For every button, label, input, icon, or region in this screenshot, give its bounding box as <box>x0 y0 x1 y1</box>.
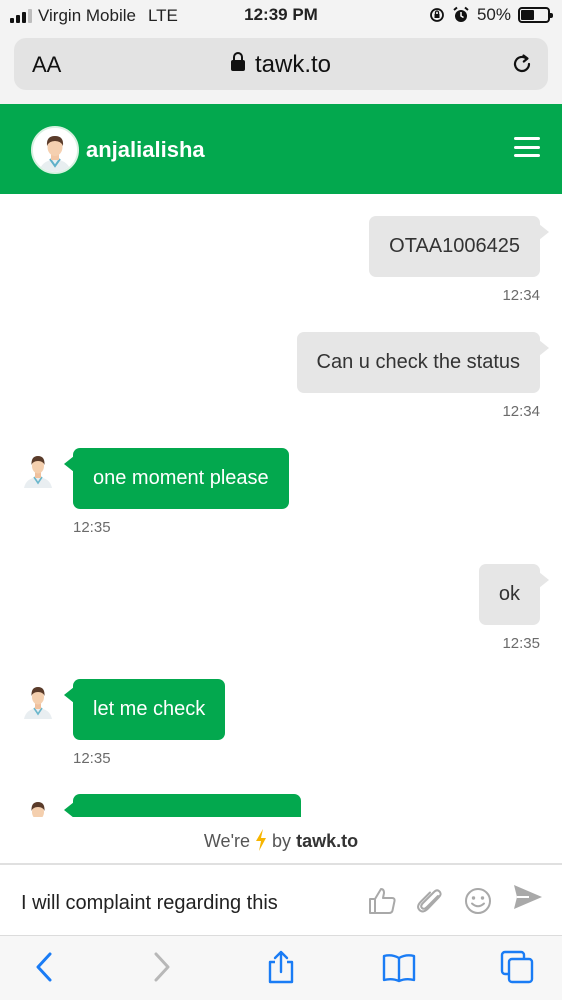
message-incoming: one moment please 12:35 <box>64 448 289 536</box>
agent-message-avatar-icon <box>24 456 52 488</box>
paperclip-icon[interactable] <box>414 885 446 917</box>
message-composer: I will complaint regarding this <box>0 863 562 935</box>
agent-avatar[interactable] <box>31 126 79 174</box>
chat-header: anjalialisha <box>0 104 562 194</box>
message-outgoing: ok 12:35 <box>478 564 550 652</box>
lock-icon <box>230 52 245 71</box>
message-incoming: let me check 12:35 <box>63 679 226 767</box>
message-outgoing: OTAA1006425 12:34 <box>369 216 549 304</box>
powered-prefix: We're <box>203 831 251 851</box>
message-time: 12:35 <box>502 635 540 652</box>
message-bubble: OTAA1006425 <box>369 216 549 277</box>
agent-message-avatar-icon <box>24 687 52 719</box>
powered-brand: tawk.to <box>296 831 359 851</box>
back-icon[interactable] <box>28 950 62 984</box>
hamburger-menu-icon[interactable] <box>514 137 540 157</box>
message-bubble: ok <box>478 564 550 625</box>
status-right: 50% <box>429 5 553 25</box>
smiley-icon[interactable] <box>462 885 494 917</box>
bookmarks-icon[interactable] <box>382 950 416 984</box>
message-time: 12:34 <box>502 287 540 304</box>
url-text: tawk.to <box>254 51 332 78</box>
browser-address-area: AA tawk.to <box>0 32 562 104</box>
share-icon[interactable] <box>264 950 298 984</box>
battery-icon <box>518 7 553 23</box>
powered-middle: by <box>272 831 292 851</box>
agent-name: anjalialisha <box>86 137 205 162</box>
lightning-bolt-icon <box>256 829 267 851</box>
forward-icon[interactable] <box>144 950 178 984</box>
agent-avatar-icon <box>33 128 77 172</box>
message-bubble: one moment please <box>64 448 289 509</box>
battery-level <box>521 10 534 20</box>
battery-percent: 50% <box>476 5 511 24</box>
message-bubble: Can u check the status <box>296 332 550 393</box>
message-bubble: let me check <box>63 679 226 740</box>
powered-by-footer[interactable]: We're by tawk.to <box>0 824 562 858</box>
agent-message-avatar-icon <box>31 802 45 817</box>
message-time: 12:34 <box>502 403 540 420</box>
tabs-icon[interactable] <box>500 950 534 984</box>
send-icon[interactable] <box>512 881 544 913</box>
message-bubble <box>64 794 301 817</box>
message-outgoing: Can u check the status 12:34 <box>296 332 550 420</box>
orientation-lock-icon <box>430 8 444 22</box>
url-display[interactable]: tawk.to <box>14 51 548 79</box>
reload-icon[interactable] <box>510 52 534 76</box>
message-input[interactable]: I will complaint regarding this <box>21 892 278 915</box>
address-bar[interactable]: AA tawk.to <box>14 38 548 90</box>
message-time: 12:35 <box>73 519 111 536</box>
browser-toolbar <box>0 935 562 1000</box>
message-time: 12:35 <box>73 750 111 767</box>
alarm-icon <box>453 6 469 22</box>
status-bar: Virgin Mobile LTE 12:39 PM 50% <box>0 0 562 32</box>
message-incoming <box>64 794 301 817</box>
thumbs-up-icon[interactable] <box>366 885 398 917</box>
message-list[interactable]: OTAA1006425 12:34 Can u check the status… <box>0 194 562 817</box>
